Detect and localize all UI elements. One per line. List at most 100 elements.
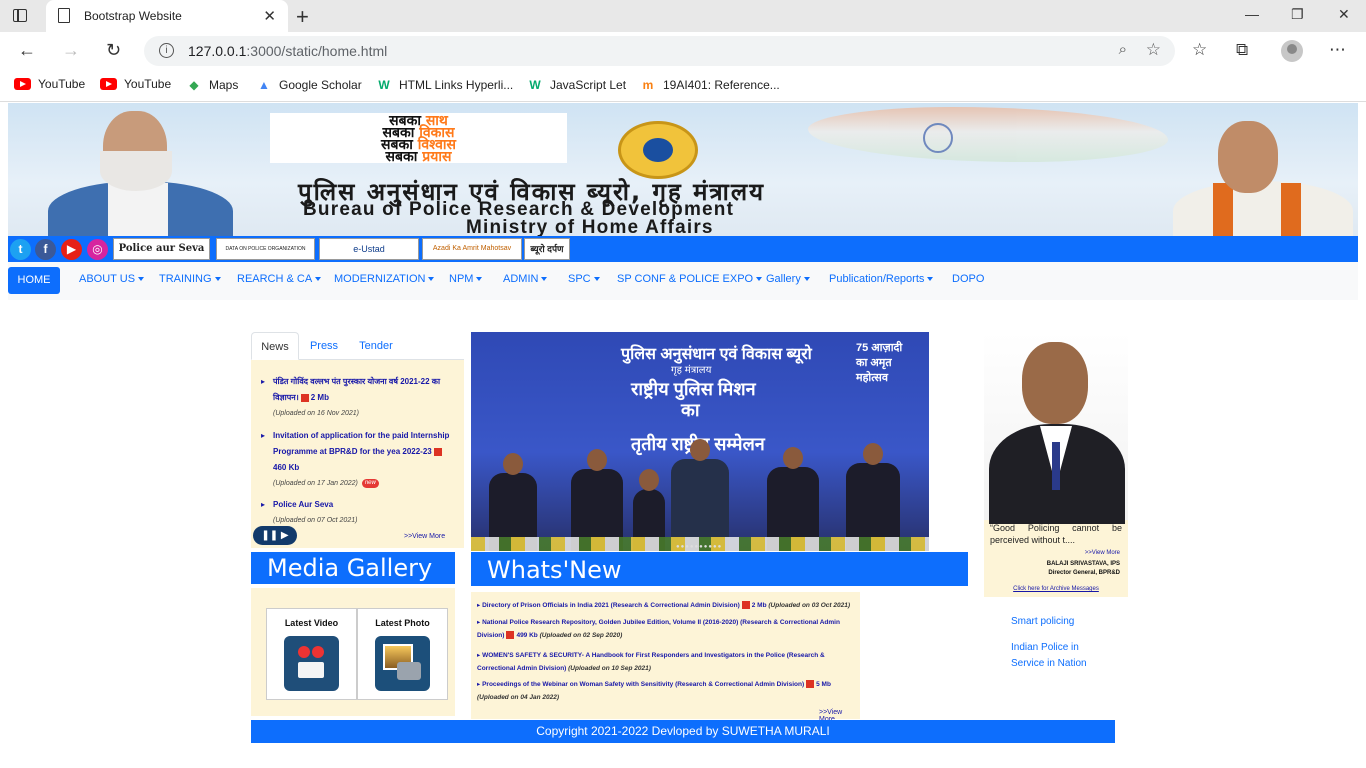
nav-research[interactable]: REARCH & CA [237,273,322,285]
nav-dopo[interactable]: DOPO [952,273,984,285]
caret-down-icon [593,277,600,282]
slide-text-2: गृह मंत्रालय [671,365,712,376]
collections-icon[interactable]: ⧉ [1236,40,1248,60]
nav-about-us[interactable]: ABOUT US [79,273,145,285]
site-info-icon[interactable]: i [159,43,174,58]
data-on-police-link[interactable]: DATA ON POLICE ORGANIZATION [216,238,315,260]
bookmark-label: YouTube [38,77,86,91]
caret-down-icon [541,277,548,282]
window-close-icon[interactable]: ✕ [1338,6,1350,23]
reload-icon[interactable]: ↻ [106,40,121,61]
news-item[interactable]: ▸ Police Aur Seva (Uploaded on 07 Oct 20… [261,497,457,529]
banner-ministry-title: Ministry of Home Affairs [466,217,714,236]
bookmark-html-links[interactable]: W HTML Links Hyperli... [376,77,513,93]
azadi-link[interactable]: Azadi Ka Amrit Mahotsav [422,238,522,260]
back-icon[interactable]: ← [18,40,36,61]
smart-policing-link[interactable]: Smart policing [1011,614,1074,630]
tab-news[interactable]: News [251,332,299,360]
banner-slogan: सबका साथ सबका विकास सबका विश्वास सबका प्… [270,113,567,164]
whats-new-item[interactable]: ▸ Proceedings of the Webinar on Woman Sa… [477,678,855,704]
nav-publication[interactable]: Publication/Reports [829,273,934,285]
tab-press[interactable]: Press [305,332,343,360]
bookmark-maps[interactable]: ◆ Maps [186,77,238,93]
latest-photo-label: Latest Photo [375,618,430,628]
tab-tender[interactable]: Tender [351,332,401,360]
new-tab-button[interactable]: + [296,4,309,30]
whats-new-item[interactable]: ▸ Directory of Prison Officials in India… [477,599,855,612]
slide-text-4: का [681,400,700,420]
news-item[interactable]: ▸ Invitation of application for the paid… [261,428,457,492]
bureau-darpan-link[interactable]: ब्यूरो दर्पण [524,238,570,260]
news-panel: ▸ पंडित गोविंद वल्लभ पंत पुरस्कार योजना … [251,360,464,548]
bookmark-google-scholar[interactable]: ▲ Google Scholar [256,77,362,93]
nav-admin[interactable]: ADMIN [503,273,548,285]
caret-down-icon [756,277,763,282]
bookmark-label: Google Scholar [279,78,362,92]
whats-new-item[interactable]: ▸ WOMEN'S SAFETY & SECURITY- A Handbook … [477,649,855,675]
nav-spc[interactable]: SPC [568,273,600,285]
e-ustad-link[interactable]: e-Ustad [319,238,419,260]
bookmark-youtube-1[interactable]: YouTube [14,77,85,91]
w3schools-icon: W [529,78,541,92]
bookmarks-bar: YouTube YouTube ◆ Maps ▲ Google Scholar WH… [0,70,1366,102]
news-item[interactable]: ▸ पंडित गोविंद वल्लभ पंत पुरस्कार योजना … [261,374,457,422]
close-tab-icon[interactable]: ✕ [263,7,276,25]
director-view-more-link[interactable]: >>View More [1085,550,1120,556]
latest-video-card[interactable]: Latest Video [266,608,357,700]
forward-icon[interactable]: → [62,40,80,61]
ticker-pause-play-button[interactable]: ❚❚ ▶ [253,526,297,545]
banner-portrait-right [1173,121,1353,236]
nav-npm[interactable]: NPM [449,273,483,285]
instagram-icon[interactable]: ◎ [87,239,108,260]
whats-new-heading: Whats'New [471,552,968,586]
caret-down-icon [138,277,145,282]
carousel-slide-image[interactable]: पुलिस अनुसंधान एवं विकास ब्यूरो गृह मंत्… [471,332,929,551]
favorites-icon[interactable]: ☆ [1192,40,1207,60]
browser-tab[interactable]: Bootstrap Website ✕ [46,0,288,32]
bookmark-youtube-2[interactable]: YouTube [100,77,171,91]
media-gallery-panel: Latest Video Latest Photo [251,588,455,716]
facebook-icon[interactable]: f [35,239,56,260]
nav-sp-conf[interactable]: SP CONF & POLICE EXPO [617,273,763,285]
news-tabs: News Press Tender [251,332,464,360]
director-photo [984,332,1128,524]
pdf-icon [433,447,442,456]
nav-home[interactable]: HOME [8,267,60,294]
nav-gallery[interactable]: Gallery [766,273,810,285]
film-projector-icon [284,636,339,691]
youtube-icon [100,78,117,90]
tab-actions-icon[interactable] [10,6,32,26]
pdf-icon [300,393,309,402]
whats-new-item[interactable]: ▸ National Police Research Repository, G… [477,616,855,642]
more-menu-icon[interactable]: ⋯ [1329,40,1346,60]
address-bar[interactable]: i 127.0.0.1:3000/static/home.html ⌕ ☆ [144,36,1175,66]
minimize-icon[interactable]: — [1245,6,1259,22]
indian-police-link[interactable]: Indian Police in Service in Nation [1011,640,1101,672]
bookmark-label: HTML Links Hyperli... [399,78,514,92]
restore-icon[interactable]: ❐ [1291,6,1304,23]
bookmark-label: 19AI401: Reference... [663,78,780,92]
nav-modernization[interactable]: MODERNIZATION [334,273,435,285]
bookmark-label: YouTube [124,77,172,91]
youtube-icon[interactable]: ▶ [61,239,82,260]
director-name: BALAJI SRIVASTAVA, IPS Director General, … [1046,561,1120,576]
bookmark-reference[interactable]: m 19AI401: Reference... [640,77,780,93]
twitter-icon[interactable]: t [10,239,31,260]
media-gallery-heading: Media Gallery [251,552,455,584]
nav-training[interactable]: TRAINING [159,273,221,285]
director-message-panel: “Good Policing cannot be perceived witho… [984,332,1128,597]
profile-avatar[interactable] [1281,40,1303,62]
youtube-icon [14,78,31,90]
carousel-indicators[interactable]: ●●●●●●●●●● [676,544,722,550]
address-toolbar: ← → ↻ i 127.0.0.1:3000/static/home.html … [0,32,1366,70]
flag-graphic [808,107,1168,162]
moodle-icon: m [642,78,654,92]
zoom-icon[interactable]: ⌕ [1119,41,1127,58]
news-view-more-link[interactable]: >>View More [404,533,445,540]
archive-messages-link[interactable]: Click here for Archive Messages [984,586,1128,592]
police-aur-seva-link[interactable]: Police aur Seva [113,238,210,260]
add-favorite-icon[interactable]: ☆ [1146,40,1161,60]
banner-portrait-left [48,111,233,236]
bookmark-javascript-let[interactable]: W JavaScript Let [527,77,626,93]
latest-photo-card[interactable]: Latest Photo [357,608,448,700]
